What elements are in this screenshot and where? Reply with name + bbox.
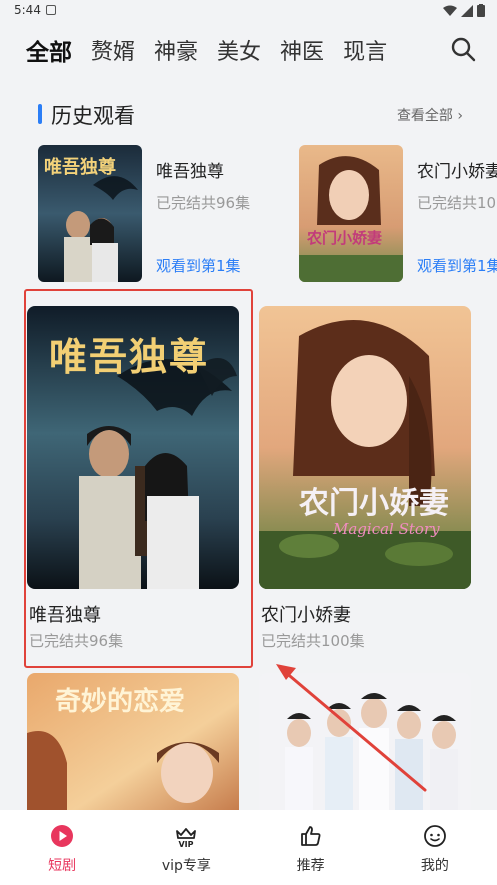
play-circle-icon (51, 825, 74, 847)
drama-card[interactable]: 农门小娇妻 Magical Story 农门小娇妻 已完结共100集 (259, 306, 471, 656)
drama-poster[interactable] (259, 673, 471, 813)
thumbs-up-icon (300, 826, 321, 846)
history-item-title: 农门小娇妻 (417, 162, 497, 182)
history-cover[interactable]: 农门小娇妻 (299, 145, 403, 282)
nav-label: 我的 (420, 858, 449, 874)
svg-text:VIP: VIP (179, 840, 194, 848)
drama-poster[interactable]: 农门小娇妻 Magical Story (259, 306, 471, 589)
history-item-progress[interactable]: 观看到第1集 (417, 255, 497, 276)
notification-icon (46, 5, 56, 15)
vip-crown-icon: VIP (176, 828, 197, 848)
history-item-progress[interactable]: 观看到第1集 (156, 255, 241, 276)
smiley-face-icon (423, 825, 446, 847)
nav-label: 短剧 (48, 858, 77, 874)
history-item[interactable]: 唯吾独尊 唯吾独尊 已完结共96集 观看到第1集 (38, 145, 268, 282)
tab-beauty[interactable]: 美女 (217, 34, 261, 66)
bottom-nav: 短剧 VIP vip专享 推荐 我的 (0, 810, 497, 885)
nav-vip[interactable]: VIP vip专享 (124, 810, 248, 885)
history-item-title: 唯吾独尊 (156, 162, 224, 182)
nav-shorts[interactable]: 短剧 (0, 810, 124, 885)
tab-son-in-law[interactable]: 赘婿 (91, 34, 135, 66)
tab-all[interactable]: 全部 (26, 33, 72, 67)
drama-status: 已完结共100集 (261, 632, 365, 650)
drama-poster[interactable]: 奇妙的恋爱 (27, 673, 239, 813)
drama-card[interactable]: 奇妙的恋爱 (27, 673, 239, 813)
status-bar: 5:44 (0, 0, 497, 22)
drama-card[interactable] (259, 673, 471, 813)
wifi-icon (443, 5, 457, 16)
nav-label: 推荐 (296, 858, 325, 874)
see-all-link[interactable]: 查看全部 › (397, 105, 463, 125)
drama-title: 农门小娇妻 (261, 605, 351, 626)
history-title: 历史观看 (51, 104, 135, 128)
nav-mine[interactable]: 我的 (373, 810, 497, 885)
nav-label: vip专享 (161, 858, 211, 874)
tab-doctor[interactable]: 神医 (280, 34, 324, 66)
highlight-box (24, 289, 253, 668)
tab-modern-romance[interactable]: 现言 (343, 34, 387, 66)
history-cover[interactable]: 唯吾独尊 (38, 145, 142, 282)
category-tabs: 全部 赘婿 神豪 美女 神医 现言 (26, 30, 476, 70)
nav-recommend[interactable]: 推荐 (249, 810, 373, 885)
history-item-status: 已完结共100集 (417, 194, 497, 212)
chevron-right-icon: › (457, 108, 463, 124)
tab-tycoon[interactable]: 神豪 (154, 34, 198, 66)
section-accent-bar (38, 104, 42, 124)
battery-icon (477, 4, 485, 17)
status-time: 5:44 (14, 3, 41, 17)
history-item[interactable]: 农门小娇妻 农门小娇妻 已完结共100集 观看到第1集 (299, 145, 497, 282)
signal-icon (461, 4, 473, 17)
search-icon[interactable] (450, 36, 476, 62)
status-icons (443, 4, 485, 17)
history-item-status: 已完结共96集 (156, 194, 251, 212)
history-header: 历史观看 查看全部 › (38, 100, 463, 130)
